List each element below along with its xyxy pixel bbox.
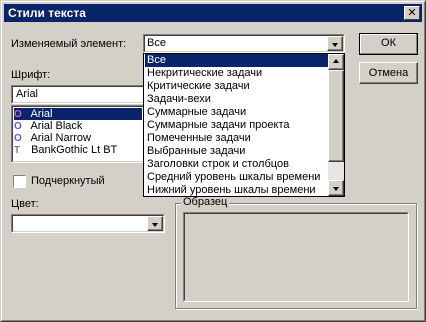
font-list-item[interactable]: O Arial Black: [14, 120, 82, 132]
dropdown-item[interactable]: Все: [145, 54, 328, 67]
sample-preview: [183, 212, 409, 302]
dropdown-item[interactable]: Суммарные задачи проекта: [145, 119, 328, 132]
scroll-up-button[interactable]: [328, 54, 344, 70]
dialog-window: Стили текста ✕ Изменяемый элемент: Все О…: [0, 0, 426, 322]
underline-checkbox[interactable]: [13, 175, 26, 188]
dropdown-item[interactable]: Заголовки строк и столбцов: [145, 158, 328, 171]
dropdown-item[interactable]: Задачи-вехи: [145, 93, 328, 106]
font-list-item-label: Arial Black: [30, 120, 83, 132]
element-combo-value: Все: [147, 37, 166, 49]
element-dropdown-list[interactable]: Все Некритические задачи Критические зад…: [143, 53, 345, 197]
dropdown-item[interactable]: Выбранные задачи: [145, 145, 328, 158]
font-list-item-label: Arial: [30, 108, 53, 120]
ok-button[interactable]: ОК: [359, 33, 418, 55]
underline-label: Подчеркнутый: [31, 175, 105, 187]
color-label: Цвет:: [11, 198, 39, 210]
font-label: Шрифт:: [11, 69, 51, 81]
dropdown-item[interactable]: Критические задачи: [145, 80, 328, 93]
truetype-icon: T: [14, 145, 21, 156]
dropdown-item[interactable]: Нижний уровень шкалы времени: [145, 184, 328, 196]
scroll-down-button[interactable]: [328, 180, 344, 196]
element-label: Изменяемый элемент:: [11, 38, 127, 50]
element-combo-dropdown-button[interactable]: [327, 36, 343, 51]
dropdown-item[interactable]: Помеченные задачи: [145, 132, 328, 145]
font-input[interactable]: Arial: [11, 85, 147, 104]
font-list-item[interactable]: T BankGothic Lt BT: [14, 144, 117, 156]
dropdown-item[interactable]: Суммарные задачи: [145, 106, 328, 119]
color-combo[interactable]: [11, 214, 165, 233]
font-list-item-label: Arial Narrow: [30, 132, 91, 144]
chevron-down-icon: [333, 187, 339, 191]
chevron-down-icon: [152, 222, 158, 227]
font-list-item[interactable]: O Arial Narrow: [14, 132, 91, 144]
font-list-item[interactable]: O Arial: [14, 108, 142, 120]
ok-button-label: ОК: [381, 37, 396, 49]
chevron-down-icon: [332, 42, 338, 47]
font-input-value: Arial: [16, 88, 39, 100]
chevron-up-icon: [333, 59, 339, 63]
dropdown-scrollbar[interactable]: [328, 54, 344, 196]
cancel-button-label: Отмена: [368, 67, 409, 79]
dropdown-item[interactable]: Некритические задачи: [145, 67, 328, 80]
color-combo-dropdown-button[interactable]: [147, 216, 163, 231]
dropdown-item[interactable]: Средний уровень шкалы времени: [145, 171, 328, 184]
window-title: Стили текста: [8, 6, 86, 20]
close-icon: ✕: [407, 7, 417, 19]
scroll-thumb[interactable]: [328, 70, 344, 162]
font-list[interactable]: O Arial O Arial Black O Arial Narrow T B…: [11, 105, 147, 163]
element-combo[interactable]: Все: [143, 34, 345, 53]
font-list-item-label: BankGothic Lt BT: [31, 144, 118, 156]
cancel-button[interactable]: Отмена: [359, 62, 418, 84]
title-bar[interactable]: Стили текста ✕: [4, 4, 422, 22]
close-button[interactable]: ✕: [404, 6, 420, 20]
sample-groupbox-title: Образец: [181, 196, 230, 208]
